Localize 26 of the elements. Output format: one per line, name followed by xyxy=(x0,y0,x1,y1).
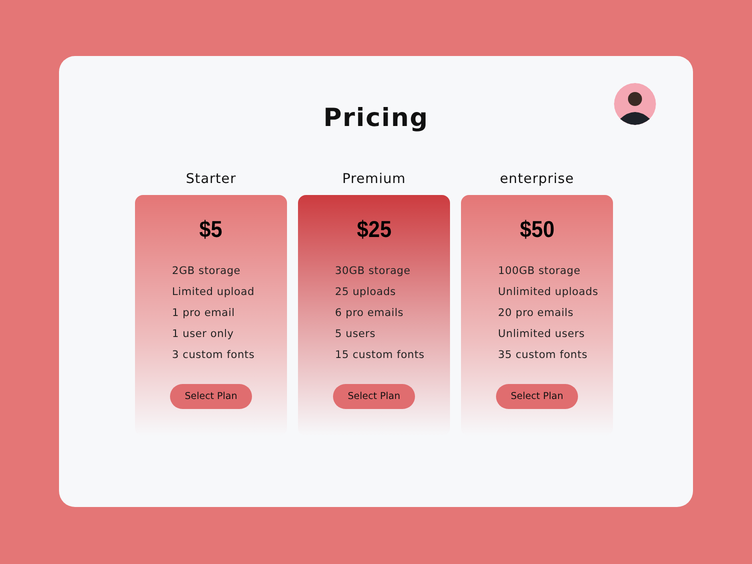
plan-feature: 100GB storage xyxy=(498,264,582,279)
plan-feature: 1 pro email xyxy=(172,306,236,321)
plan-feature: 25 uploads xyxy=(335,285,397,300)
plan-feature: 35 custom fonts xyxy=(498,348,589,363)
plan-name: enterprise xyxy=(500,171,574,189)
plan-feature: 15 custom fonts xyxy=(335,348,426,363)
plan-feature: 2GB storage xyxy=(172,264,242,279)
avatar-icon[interactable] xyxy=(614,83,656,125)
plan-feature: Unlimited uploads xyxy=(498,285,600,300)
plan-feature: 30GB storage xyxy=(335,264,412,279)
plan-price: $25 xyxy=(356,215,392,243)
plan-name: Premium xyxy=(342,171,406,189)
plan-feature: 6 pro emails xyxy=(335,306,405,321)
plan-price: $50 xyxy=(520,215,554,243)
plan-feature: 20 pro emails xyxy=(498,306,575,321)
plan-feature: Unlimited users xyxy=(498,327,586,342)
select-plan-button[interactable]: Select Plan xyxy=(496,384,578,409)
page-title: Pricing xyxy=(323,102,429,134)
plan-feature: Limited upload xyxy=(172,285,256,300)
plan-feature: 1 user only xyxy=(172,327,235,342)
select-plan-button[interactable]: Select Plan xyxy=(333,384,415,409)
plan-name: Starter xyxy=(186,171,236,189)
plan-feature: 5 users xyxy=(335,327,376,342)
plan-feature: 3 custom fonts xyxy=(172,348,256,363)
select-plan-button[interactable]: Select Plan xyxy=(170,384,252,409)
plan-price: $5 xyxy=(199,215,223,243)
